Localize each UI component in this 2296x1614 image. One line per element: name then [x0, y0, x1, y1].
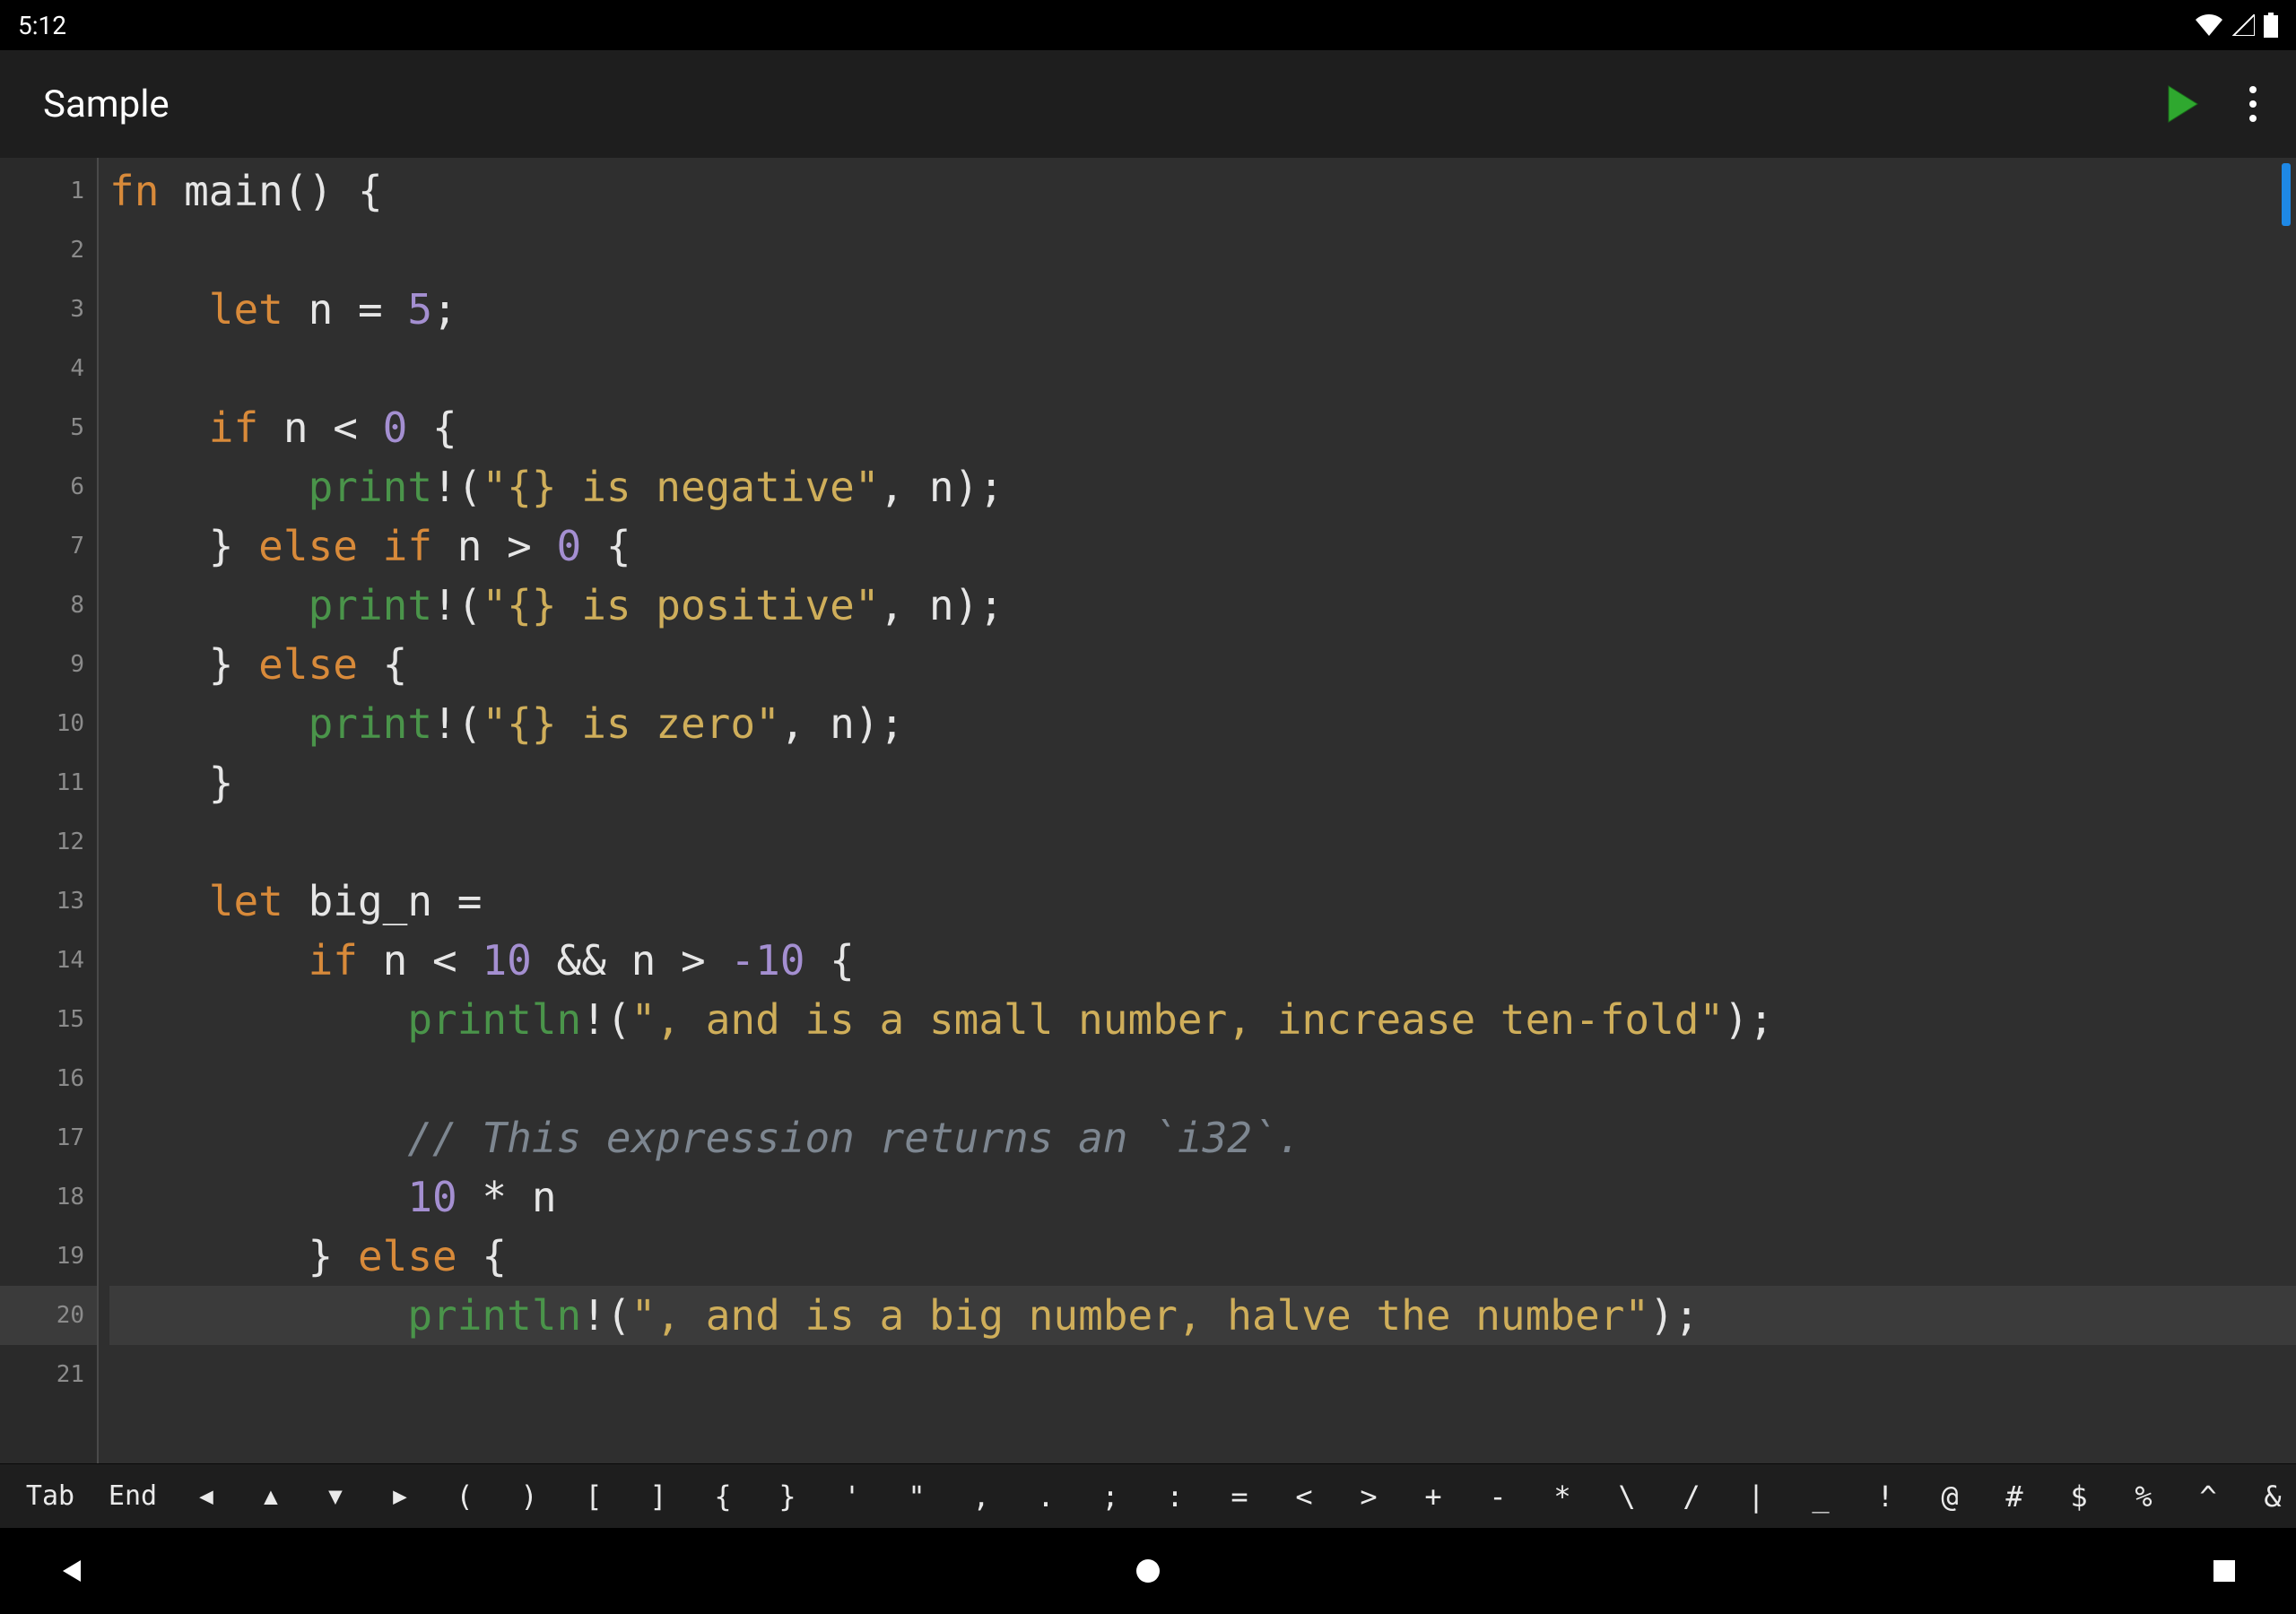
- line-number: 16: [0, 1049, 97, 1108]
- symbol-key[interactable]: >: [1336, 1480, 1401, 1514]
- symbol-key[interactable]: =: [1207, 1480, 1272, 1514]
- action-bar: Sample: [0, 50, 2296, 158]
- code-line[interactable]: println!(", and is a small number, incre…: [109, 990, 2296, 1049]
- symbol-key[interactable]: !: [1853, 1480, 1918, 1514]
- line-number: 20: [0, 1286, 97, 1345]
- symbol-key[interactable]: &: [2240, 1480, 2296, 1514]
- battery-icon: [2264, 13, 2278, 38]
- code-line[interactable]: }: [109, 753, 2296, 812]
- code-line[interactable]: [109, 812, 2296, 872]
- symbol-key[interactable]: ]: [626, 1480, 691, 1514]
- symbol-key[interactable]: End: [91, 1480, 174, 1512]
- nav-home-button[interactable]: [1130, 1553, 1166, 1589]
- code-line[interactable]: print!("{} is zero", n);: [109, 694, 2296, 753]
- symbol-key[interactable]: ^: [2176, 1480, 2240, 1514]
- app-title: Sample: [43, 82, 170, 126]
- code-line[interactable]: if n < 10 && n > -10 {: [109, 931, 2296, 990]
- symbol-key[interactable]: ;: [1078, 1480, 1143, 1514]
- code-line[interactable]: let big_n =: [109, 872, 2296, 931]
- status-icons: [2196, 13, 2278, 38]
- line-number: 14: [0, 931, 97, 990]
- line-number: 10: [0, 694, 97, 753]
- code-editor[interactable]: 123456789101112131415161718192021 fn mai…: [0, 158, 2296, 1463]
- line-number: 4: [0, 339, 97, 398]
- line-number: 19: [0, 1227, 97, 1286]
- code-area[interactable]: fn main() { let n = 5; if n < 0 { print!…: [99, 158, 2296, 1463]
- symbol-key[interactable]: ": [884, 1480, 949, 1514]
- line-number: 7: [0, 516, 97, 576]
- symbol-key[interactable]: ▼: [303, 1483, 368, 1510]
- code-line[interactable]: 10 * n: [109, 1167, 2296, 1227]
- code-line[interactable]: } else {: [109, 635, 2296, 694]
- code-line[interactable]: print!("{} is negative", n);: [109, 457, 2296, 516]
- line-number: 21: [0, 1345, 97, 1404]
- overflow-menu-button[interactable]: [2242, 86, 2264, 122]
- symbol-key[interactable]: <: [1272, 1480, 1336, 1514]
- code-line[interactable]: fn main() {: [109, 161, 2296, 221]
- code-content[interactable]: fn main() { let n = 5; if n < 0 { print!…: [99, 161, 2296, 1404]
- code-line[interactable]: [109, 339, 2296, 398]
- line-number-gutter: 123456789101112131415161718192021: [0, 158, 99, 1463]
- cell-signal-icon: [2231, 14, 2255, 36]
- line-number: 15: [0, 990, 97, 1049]
- wifi-icon: [2196, 14, 2222, 36]
- symbol-key[interactable]: [: [561, 1480, 626, 1514]
- symbol-key[interactable]: /: [1659, 1480, 1724, 1514]
- code-line[interactable]: [109, 1345, 2296, 1404]
- nav-recent-button[interactable]: [2206, 1553, 2242, 1589]
- status-time: 5:12: [18, 11, 66, 40]
- symbol-key[interactable]: ▶: [368, 1483, 432, 1510]
- symbol-key[interactable]: #: [1982, 1480, 2047, 1514]
- symbol-key[interactable]: ▲: [239, 1483, 303, 1510]
- line-number: 18: [0, 1167, 97, 1227]
- symbol-key[interactable]: ,: [949, 1480, 1013, 1514]
- symbol-key[interactable]: ': [820, 1480, 884, 1514]
- status-bar: 5:12: [0, 0, 2296, 50]
- scroll-indicator[interactable]: [2282, 163, 2291, 226]
- line-number: 13: [0, 872, 97, 931]
- symbol-key[interactable]: ◀: [174, 1483, 239, 1510]
- symbol-key[interactable]: {: [691, 1480, 755, 1514]
- code-line[interactable]: println!(", and is a big number, halve t…: [109, 1286, 2296, 1345]
- symbol-key[interactable]: +: [1401, 1480, 1465, 1514]
- symbol-key[interactable]: :: [1143, 1480, 1207, 1514]
- line-number: 6: [0, 457, 97, 516]
- symbol-key[interactable]: .: [1013, 1480, 1078, 1514]
- symbol-key[interactable]: -: [1465, 1480, 1530, 1514]
- code-line[interactable]: } else {: [109, 1227, 2296, 1286]
- symbol-key[interactable]: }: [755, 1480, 820, 1514]
- line-number: 3: [0, 280, 97, 339]
- symbol-key[interactable]: (: [432, 1480, 497, 1514]
- system-nav-bar: [0, 1528, 2296, 1614]
- line-number: 9: [0, 635, 97, 694]
- line-number: 1: [0, 161, 97, 221]
- symbol-key[interactable]: *: [1530, 1480, 1595, 1514]
- symbol-key[interactable]: _: [1788, 1480, 1853, 1514]
- code-line[interactable]: [109, 1049, 2296, 1108]
- line-number: 11: [0, 753, 97, 812]
- code-line[interactable]: let n = 5;: [109, 280, 2296, 339]
- symbol-key[interactable]: ): [497, 1480, 561, 1514]
- code-line[interactable]: [109, 221, 2296, 280]
- code-line[interactable]: // This expression returns an `i32`.: [109, 1108, 2296, 1167]
- symbol-key[interactable]: @: [1918, 1480, 1982, 1514]
- line-number: 8: [0, 576, 97, 635]
- symbol-key[interactable]: \: [1595, 1480, 1659, 1514]
- line-number: 17: [0, 1108, 97, 1167]
- code-line[interactable]: } else if n > 0 {: [109, 516, 2296, 576]
- symbol-key[interactable]: Tab: [9, 1480, 91, 1512]
- symbol-key[interactable]: $: [2047, 1480, 2111, 1514]
- symbol-key[interactable]: |: [1724, 1480, 1788, 1514]
- line-number: 2: [0, 221, 97, 280]
- code-line[interactable]: print!("{} is positive", n);: [109, 576, 2296, 635]
- nav-back-button[interactable]: [54, 1553, 90, 1589]
- symbol-toolbar: TabEnd◀▲▼▶()[]{}'",.;:=<>+-*\/|_!@#$%^&: [0, 1463, 2296, 1528]
- run-button[interactable]: [2165, 84, 2201, 124]
- symbol-key[interactable]: %: [2111, 1480, 2176, 1514]
- code-line[interactable]: if n < 0 {: [109, 398, 2296, 457]
- line-number: 5: [0, 398, 97, 457]
- line-number: 12: [0, 812, 97, 872]
